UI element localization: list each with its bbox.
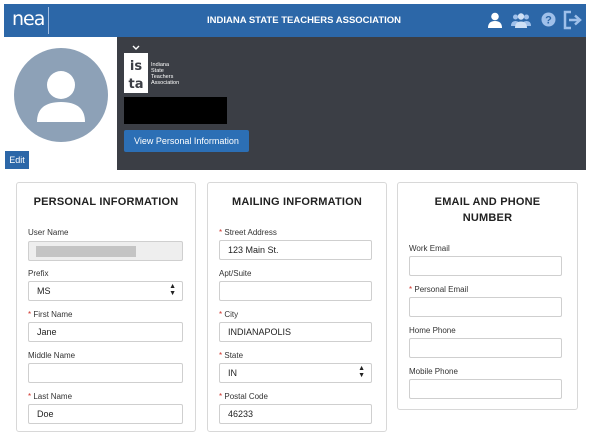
apt-suite-label: Apt/Suite (219, 269, 252, 278)
street-address-field[interactable]: 123 Main St. (219, 240, 372, 260)
personal-email-field[interactable] (409, 297, 562, 317)
prefix-label: Prefix (28, 269, 49, 278)
middle-name-field[interactable] (28, 363, 183, 383)
ista-brand-logo: is ta Indiana State Teachers Association (123, 45, 185, 102)
personal-email-label: * Personal Email (409, 285, 469, 294)
postal-code-field[interactable]: 46233 (219, 404, 372, 424)
svg-text:?: ? (545, 15, 552, 27)
svg-text:ta: ta (129, 77, 144, 92)
organization-title: INDIANA STATE TEACHERS ASSOCIATION (206, 15, 402, 26)
avatar-user-icon (37, 71, 85, 122)
city-field[interactable]: INDIANAPOLIS (219, 322, 372, 342)
card-title: PERSONAL INFORMATION (33, 196, 179, 208)
first-name-field[interactable]: Jane (28, 322, 183, 342)
view-personal-information-button[interactable]: View Personal Information (124, 130, 249, 152)
svg-text:Association: Association (151, 80, 179, 86)
home-phone-label: Home Phone (409, 326, 456, 335)
top-navigation-bar: nea INDIANA STATE TEACHERS ASSOCIATION ? (4, 4, 586, 37)
work-email-label: Work Email (409, 244, 450, 253)
street-address-label: * Street Address (219, 228, 277, 237)
prefix-value: MS (37, 286, 51, 296)
mobile-phone-field[interactable] (409, 379, 562, 399)
email-phone-card: EMAIL AND PHONE NUMBER Work Email * Pers… (397, 182, 578, 410)
last-name-field[interactable]: Doe (28, 404, 183, 424)
group-icon[interactable] (511, 12, 531, 33)
state-select[interactable]: IN ▲ ▼ (219, 363, 372, 383)
prefix-select[interactable]: MS ▲ ▼ (28, 281, 183, 301)
redacted-username (36, 246, 136, 257)
username-label: User Name (28, 228, 69, 237)
first-name-label: * First Name (28, 310, 73, 319)
mobile-phone-label: Mobile Phone (409, 367, 458, 376)
username-field (28, 241, 183, 261)
card-title: MAILING INFORMATION (231, 196, 363, 208)
select-arrows-icon: ▲ ▼ (169, 283, 176, 297)
logout-icon[interactable] (563, 10, 583, 35)
logo-divider (48, 7, 49, 34)
redacted-member-name (124, 97, 227, 124)
postal-code-label: * Postal Code (219, 392, 268, 401)
card-title-line2: NUMBER (462, 212, 513, 224)
middle-name-label: Middle Name (28, 351, 76, 360)
state-value: IN (228, 368, 237, 378)
mailing-information-card: MAILING INFORMATION * Street Address 123… (207, 182, 387, 432)
personal-information-card: PERSONAL INFORMATION User Name Prefix MS… (16, 182, 196, 432)
select-arrows-icon: ▲ ▼ (358, 365, 365, 379)
nea-logo[interactable]: nea (12, 8, 45, 30)
card-title-line1: EMAIL AND PHONE (434, 196, 541, 208)
user-icon[interactable] (488, 12, 502, 33)
help-icon[interactable]: ? (541, 12, 556, 32)
home-phone-field[interactable] (409, 338, 562, 358)
work-email-field[interactable] (409, 256, 562, 276)
city-label: * City (219, 310, 239, 319)
apt-suite-field[interactable] (219, 281, 372, 301)
last-name-label: * Last Name (28, 392, 73, 401)
svg-text:is: is (130, 59, 142, 74)
state-label: * State (219, 351, 244, 360)
profile-avatar (14, 48, 108, 142)
edit-button[interactable]: Edit (5, 151, 29, 169)
